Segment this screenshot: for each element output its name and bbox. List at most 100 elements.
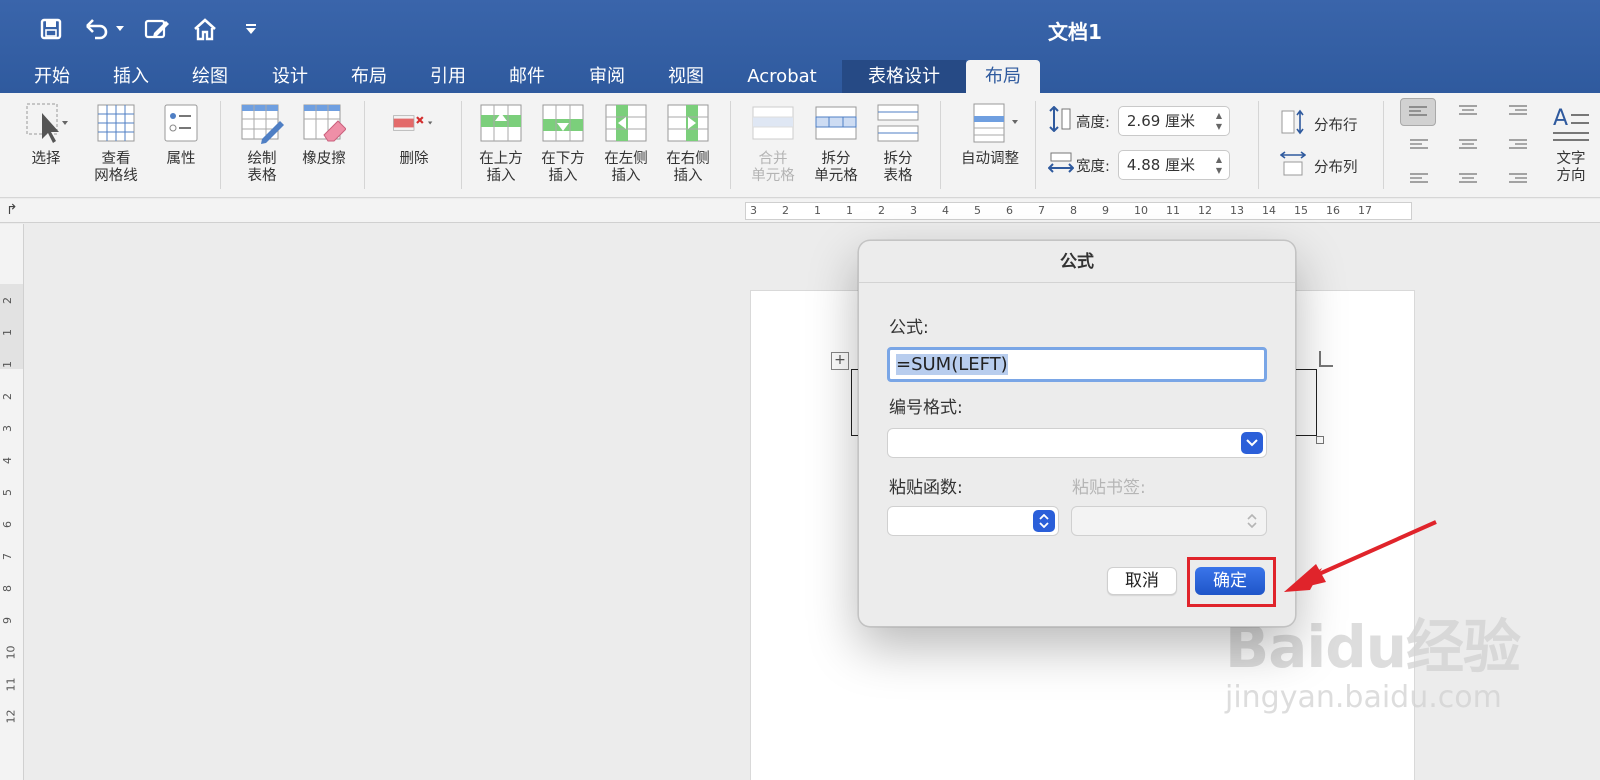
select-button[interactable]: 选择: [20, 101, 72, 168]
undo-icon[interactable]: [82, 14, 114, 44]
paste-bookmark-select[interactable]: [1071, 506, 1267, 536]
document-title: 文档1: [1048, 20, 1102, 44]
paste-function-label: 粘贴函数:: [889, 478, 963, 498]
undo-dropdown-icon[interactable]: [114, 14, 126, 44]
table-move-handle-icon[interactable]: +: [831, 352, 849, 370]
tab-review[interactable]: 审阅: [577, 60, 637, 93]
ruler-track[interactable]: 3 2 1 1 2 3 4 5 6 7 8 9 10 11 12 13 14 15 16 17: [745, 202, 1412, 220]
insert-left-button[interactable]: 在左侧 插入: [600, 101, 652, 185]
tab-references[interactable]: 引用: [418, 60, 478, 93]
tab-stop-selector-icon[interactable]: ↱: [6, 202, 18, 218]
vertical-ruler-number: 5: [1, 489, 14, 496]
autofit-label: 自动调整: [961, 151, 1019, 167]
align-middle-left-icon[interactable]: [1406, 133, 1432, 155]
properties-button[interactable]: 属性: [155, 101, 207, 168]
insert-above-button[interactable]: 在上方 插入: [475, 101, 527, 185]
insert-left-icon: [604, 101, 648, 145]
tab-draw[interactable]: 绘图: [180, 60, 240, 93]
customize-icon[interactable]: [244, 14, 258, 44]
delete-label: 删除: [399, 151, 429, 167]
properties-label: 属性: [166, 151, 196, 167]
paste-bookmark-label: 粘贴书签:: [1072, 478, 1146, 498]
ruler-number: 16: [1326, 204, 1340, 217]
tab-layout[interactable]: 布局: [339, 60, 399, 93]
save-icon[interactable]: [36, 14, 66, 44]
number-format-label: 编号格式:: [889, 398, 963, 418]
align-middle-right-icon[interactable]: [1505, 133, 1531, 155]
view-gridlines-button[interactable]: 查看 网格线: [90, 101, 142, 185]
number-format-combobox[interactable]: [887, 428, 1267, 458]
align-bottom-right-icon[interactable]: [1505, 166, 1531, 188]
height-field[interactable]: 2.69 厘米 ▲ ▼: [1117, 106, 1230, 136]
distribute-columns-button[interactable]: 分布列: [1279, 151, 1358, 181]
align-middle-center-icon[interactable]: [1455, 133, 1481, 155]
formula-value: =SUM(LEFT): [896, 354, 1008, 375]
tab-mailings[interactable]: 邮件: [497, 60, 557, 93]
distribute-rows-button[interactable]: 分布行: [1280, 109, 1358, 139]
split-table-button[interactable]: 拆分 表格: [870, 101, 926, 185]
eraser-label: 橡皮擦: [302, 151, 346, 167]
tab-design[interactable]: 设计: [260, 60, 320, 93]
draw-table-button[interactable]: 绘制 表格: [236, 101, 288, 185]
ruler-number: 5: [974, 204, 981, 217]
ribbon-separator: [220, 101, 221, 189]
ruler-number: 6: [1006, 204, 1013, 217]
align-top-right-icon[interactable]: [1505, 100, 1531, 122]
formula-input[interactable]: =SUM(LEFT): [887, 347, 1267, 382]
eraser-button[interactable]: 橡皮擦: [298, 101, 350, 168]
tab-view[interactable]: 视图: [656, 60, 716, 93]
home-icon[interactable]: [190, 14, 220, 44]
ribbon-separator: [1383, 101, 1384, 189]
tab-table-design[interactable]: 表格设计: [842, 60, 966, 93]
ruler-number: 7: [1038, 204, 1045, 217]
text-direction-button[interactable]: A 文字 方向: [1546, 101, 1596, 185]
width-field[interactable]: 4.88 厘米 ▲ ▼: [1117, 150, 1230, 180]
ruler-number: 15: [1294, 204, 1308, 217]
ribbon-separator: [730, 101, 731, 189]
vertical-ruler-number: 3: [1, 425, 14, 432]
vertical-ruler-number: 1: [1, 361, 14, 368]
insert-below-button[interactable]: 在下方 插入: [537, 101, 589, 185]
vertical-ruler-number: 4: [1, 457, 14, 464]
tab-insert[interactable]: 插入: [101, 60, 161, 93]
ribbon-separator: [364, 101, 365, 189]
height-stepper-icon[interactable]: ▲ ▼: [1213, 110, 1225, 132]
cancel-button[interactable]: 取消: [1107, 567, 1177, 595]
watermark-url: jingyan.baidu.com: [1225, 680, 1502, 715]
align-bottom-left-icon[interactable]: [1406, 166, 1432, 188]
table-resize-handle[interactable]: [1316, 436, 1324, 444]
vertical-ruler[interactable]: 2 1 1 2 3 4 5 6 7 8 9 10 11 12: [0, 224, 24, 780]
column-width-icon: [1047, 151, 1076, 179]
align-bottom-center-icon[interactable]: [1455, 166, 1481, 188]
autofit-button[interactable]: 自动调整: [950, 101, 1030, 168]
ruler-number: 11: [1166, 204, 1180, 217]
paste-function-select[interactable]: [887, 506, 1059, 536]
split-cells-label: 拆分 单元格: [814, 151, 858, 184]
svg-text:A: A: [1553, 106, 1568, 131]
insert-right-button[interactable]: 在右侧 插入: [662, 101, 714, 185]
align-top-center-icon[interactable]: [1455, 100, 1481, 122]
align-top-left-icon[interactable]: [1400, 98, 1436, 126]
tab-acrobat[interactable]: Acrobat: [738, 60, 826, 93]
edit-icon[interactable]: [142, 14, 172, 44]
width-label: 宽度:: [1076, 158, 1110, 175]
distribute-rows-label: 分布行: [1314, 117, 1358, 134]
merge-cells-button[interactable]: 合并 单元格: [745, 101, 801, 185]
ruler-number: 2: [878, 204, 885, 217]
gridlines-label: 查看 网格线: [94, 151, 138, 184]
height-label: 高度:: [1076, 114, 1110, 131]
chevron-down-icon[interactable]: [1241, 432, 1263, 454]
width-stepper-icon[interactable]: ▲ ▼: [1213, 154, 1225, 176]
tab-home[interactable]: 开始: [22, 60, 82, 93]
tab-table-layout[interactable]: 布局: [966, 60, 1040, 93]
vertical-ruler-number: 6: [1, 521, 14, 528]
horizontal-ruler[interactable]: ↱ 3 2 1 1 2 3 4 5 6 7 8 9 10 11 12 13 14 15 16 17: [0, 199, 1600, 223]
width-value: 4.88 厘米: [1126, 156, 1196, 174]
delete-button[interactable]: 删除: [382, 101, 446, 168]
split-cells-button[interactable]: 拆分 单元格: [808, 101, 864, 185]
updown-chevron-icon[interactable]: [1033, 510, 1055, 532]
text-direction-label: 文字 方向: [1556, 151, 1586, 184]
merge-cells-icon: [751, 101, 795, 145]
merge-cells-label: 合并 单元格: [751, 151, 795, 184]
ruler-number: 4: [942, 204, 949, 217]
